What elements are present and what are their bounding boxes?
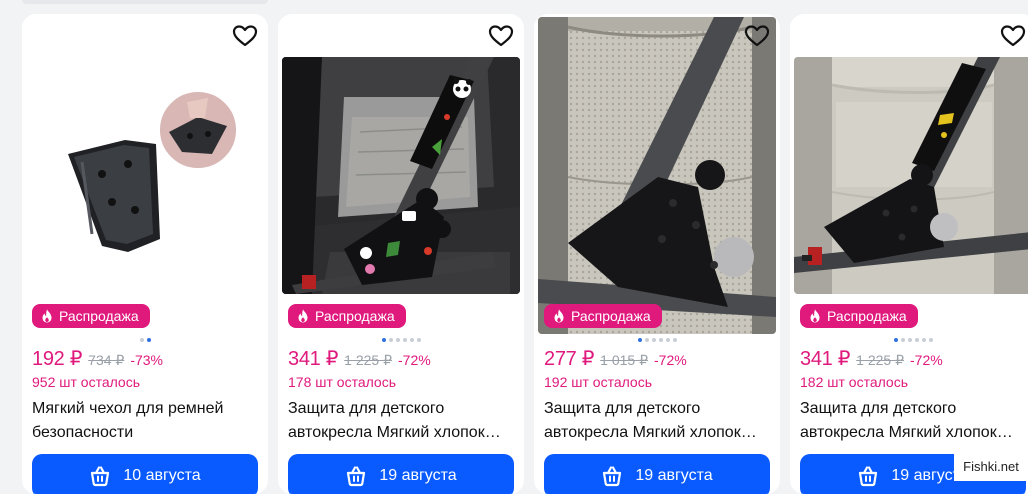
flame-icon xyxy=(298,309,308,323)
gallery-dot[interactable] xyxy=(139,338,144,342)
product-title[interactable]: Защита для детского автокресла Мягкий хл… xyxy=(800,397,1026,445)
product-title[interactable]: Защита для детского автокресла Мягкий хл… xyxy=(288,397,514,445)
seat-photo-mesh xyxy=(538,17,776,334)
sale-badge-label: Распродажа xyxy=(315,308,395,324)
gallery-dot[interactable] xyxy=(907,338,912,342)
gallery-dots xyxy=(534,338,780,344)
product-grid: Распродажа 192 ₽ 734 ₽ -73% 952 шт остал… xyxy=(0,0,1028,494)
gallery-dot[interactable] xyxy=(395,338,400,342)
product-card[interactable]: Распродажа 277 ₽ 1 015 ₽ -72% 192 шт ост… xyxy=(534,14,780,494)
gallery-dot[interactable] xyxy=(658,338,663,342)
seat-photo-light xyxy=(794,57,1028,294)
sale-badge-label: Распродажа xyxy=(59,308,139,324)
delivery-date-label: 19 августа xyxy=(379,467,457,484)
gallery-dot[interactable] xyxy=(651,338,656,342)
basket-icon xyxy=(91,466,110,487)
product-image[interactable] xyxy=(282,57,520,294)
current-price: 277 ₽ xyxy=(544,348,595,370)
price-row: 341 ₽ 1 225 ₽ -72% xyxy=(800,346,943,371)
gallery-dot[interactable] xyxy=(672,338,677,342)
gallery-dot[interactable] xyxy=(416,338,421,342)
gallery-dot[interactable] xyxy=(644,338,649,342)
sale-badge: Распродажа xyxy=(288,304,406,328)
discount-percent: -72% xyxy=(910,352,943,368)
old-price: 1 225 ₽ xyxy=(856,352,904,368)
stock-remaining: 182 шт осталось xyxy=(800,374,909,390)
delivery-date-button[interactable]: 19 августа xyxy=(544,454,770,494)
favorite-heart-icon[interactable] xyxy=(744,24,770,48)
delivery-date-label: 19 августа xyxy=(635,467,713,484)
gallery-dots xyxy=(22,338,268,344)
product-card[interactable]: Распродажа 341 ₽ 1 225 ₽ -72% 182 шт ост… xyxy=(790,14,1028,494)
gallery-dot[interactable] xyxy=(637,338,642,342)
price-row: 192 ₽ 734 ₽ -73% xyxy=(32,346,163,371)
seat-photo-panda xyxy=(282,57,520,294)
discount-percent: -72% xyxy=(654,352,687,368)
gallery-dot[interactable] xyxy=(914,338,919,342)
product-image[interactable] xyxy=(22,14,268,304)
stock-remaining: 952 шт осталось xyxy=(32,374,141,390)
price-row: 341 ₽ 1 225 ₽ -72% xyxy=(288,346,431,371)
sale-badge-label: Распродажа xyxy=(827,308,907,324)
gallery-dots xyxy=(278,338,524,344)
price-row: 277 ₽ 1 015 ₽ -72% xyxy=(544,346,687,371)
current-price: 192 ₽ xyxy=(32,348,83,370)
sale-badge-label: Распродажа xyxy=(571,308,651,324)
gallery-dot[interactable] xyxy=(146,338,151,342)
delivery-date-button[interactable]: 19 августа xyxy=(288,454,514,494)
old-price: 1 015 ₽ xyxy=(600,352,648,368)
current-price: 341 ₽ xyxy=(800,348,851,370)
gallery-dot[interactable] xyxy=(900,338,905,342)
product-card[interactable]: Распродажа 192 ₽ 734 ₽ -73% 952 шт остал… xyxy=(22,14,268,494)
discount-percent: -73% xyxy=(130,352,163,368)
gallery-dot[interactable] xyxy=(381,338,386,342)
product-card[interactable]: Распродажа 341 ₽ 1 225 ₽ -72% 178 шт ост… xyxy=(278,14,524,494)
flame-icon xyxy=(554,309,564,323)
belt-pad-photo xyxy=(22,14,268,304)
stock-remaining: 178 шт осталось xyxy=(288,374,397,390)
flame-icon xyxy=(810,309,820,323)
product-title[interactable]: Мягкий чехол для ремней безопасности xyxy=(32,397,258,445)
old-price: 734 ₽ xyxy=(88,352,125,368)
favorite-heart-icon[interactable] xyxy=(1000,24,1026,48)
gallery-dot[interactable] xyxy=(921,338,926,342)
gallery-dot[interactable] xyxy=(409,338,414,342)
gallery-dot[interactable] xyxy=(388,338,393,342)
flame-icon xyxy=(42,309,52,323)
product-title[interactable]: Защита для детского автокресла Мягкий хл… xyxy=(544,397,770,445)
favorite-heart-icon[interactable] xyxy=(488,24,514,48)
sale-badge: Распродажа xyxy=(544,304,662,328)
old-price: 1 225 ₽ xyxy=(344,352,392,368)
product-image[interactable] xyxy=(538,17,776,334)
favorite-heart-icon[interactable] xyxy=(232,24,258,48)
discount-percent: -72% xyxy=(398,352,431,368)
watermark: Fishki.net xyxy=(954,452,1028,481)
gallery-dot[interactable] xyxy=(665,338,670,342)
stock-remaining: 192 шт осталось xyxy=(544,374,653,390)
gallery-dot[interactable] xyxy=(402,338,407,342)
current-price: 341 ₽ xyxy=(288,348,339,370)
gallery-dot[interactable] xyxy=(893,338,898,342)
gallery-dot[interactable] xyxy=(928,338,933,342)
basket-icon xyxy=(603,466,622,487)
delivery-date-label: 10 августа xyxy=(123,467,201,484)
gallery-dots xyxy=(790,338,1028,344)
basket-icon xyxy=(347,466,366,487)
product-image[interactable] xyxy=(794,57,1028,294)
basket-icon xyxy=(859,466,878,487)
delivery-date-button[interactable]: 10 августа xyxy=(32,454,258,494)
sale-badge: Распродажа xyxy=(32,304,150,328)
sale-badge: Распродажа xyxy=(800,304,918,328)
